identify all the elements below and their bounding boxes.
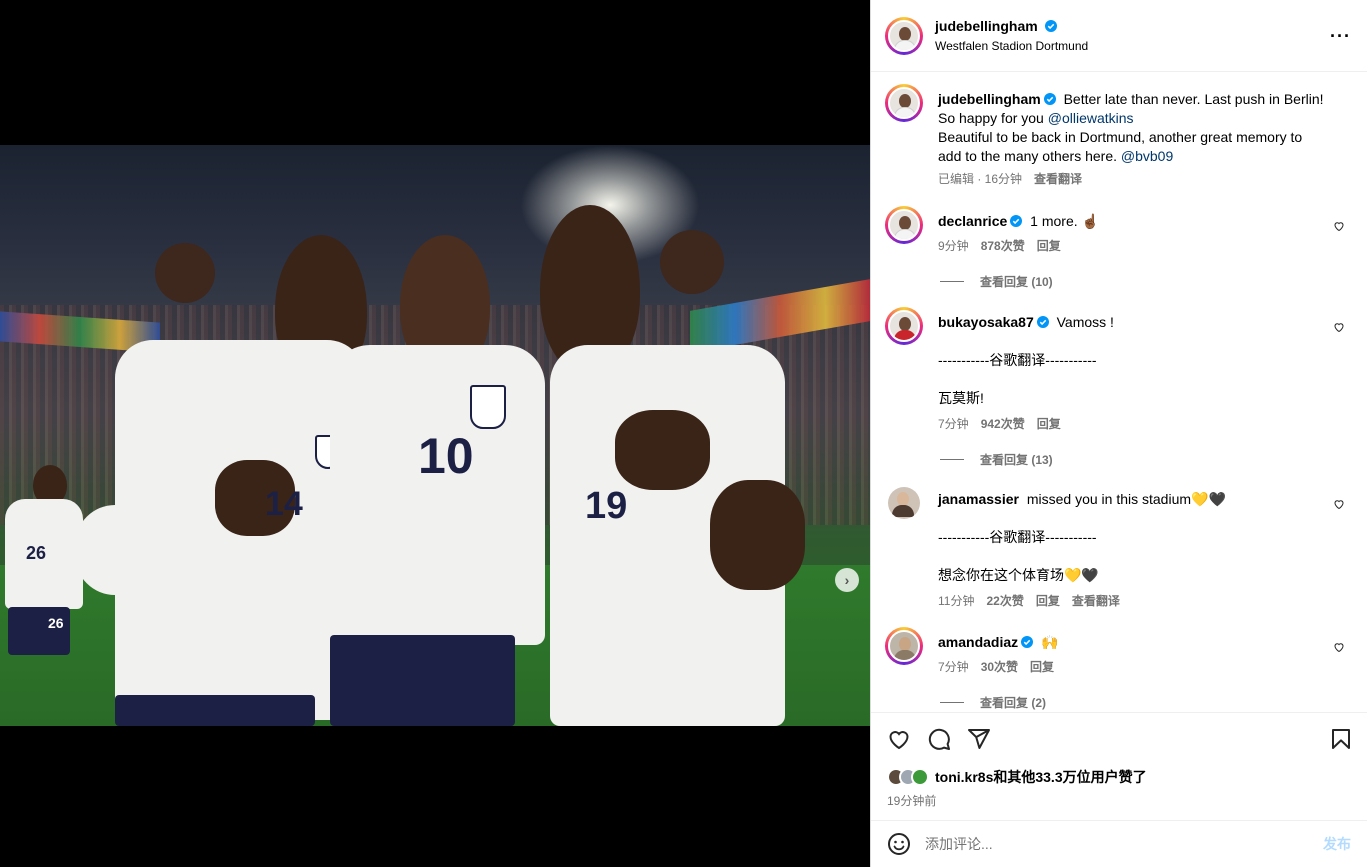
post-actions: toni.kr8s和其他33.3万位用户赞了 19分钟前 [871, 712, 1367, 832]
like-comment-icon[interactable] [1333, 220, 1345, 232]
comment-translation: 瓦莫斯! [938, 390, 984, 406]
liker-avatar [911, 768, 929, 786]
comment-username[interactable]: bukayosaka87 [938, 314, 1034, 330]
caption-line-1: Better late than never. Last push in Ber… [1063, 91, 1324, 107]
mention-olliewatkins[interactable]: @olliewatkins [1048, 110, 1134, 126]
reply-button[interactable]: 回复 [1037, 237, 1061, 254]
bookmark-icon[interactable] [1329, 727, 1353, 751]
player-right: 19 [540, 205, 820, 726]
comment-text: missed you in this stadium💛🖤 [1026, 491, 1226, 507]
comment-likes[interactable]: 942次赞 [981, 415, 1025, 432]
reply-button[interactable]: 回复 [1030, 658, 1054, 675]
comment-composer: 发布 [871, 820, 1367, 867]
comment-text: Vamoss ! [1056, 314, 1114, 330]
likes-summary[interactable]: toni.kr8s和其他33.3万位用户赞了 [887, 767, 1147, 787]
likes-summary-text: toni.kr8s和其他33.3万位用户赞了 [935, 769, 1147, 785]
verified-icon [1036, 316, 1049, 328]
author-avatar[interactable] [885, 16, 923, 55]
caption-username[interactable]: judebellingham [938, 91, 1041, 107]
comment-time[interactable]: 7分钟 [938, 415, 969, 432]
mention-bvb09[interactable]: @bvb09 [1121, 148, 1173, 164]
post-comment-button[interactable]: 发布 [1323, 834, 1351, 854]
comment-avatar[interactable] [885, 307, 923, 345]
comment-text: 🙌 [1041, 634, 1059, 650]
comment-time[interactable]: 7分钟 [938, 658, 969, 675]
comment-username[interactable]: amandadiaz [938, 634, 1018, 650]
post-panel: judebellingham Westfalen Stadion Dortmun… [870, 0, 1367, 867]
reply-button[interactable]: 回复 [1037, 415, 1061, 432]
verified-icon [1045, 20, 1058, 32]
emoji-icon[interactable] [887, 832, 911, 856]
post-location[interactable]: Westfalen Stadion Dortmund [935, 39, 1088, 53]
verified-icon [1021, 636, 1034, 648]
caption-meta: 已编辑 · 16分钟 查看翻译 [938, 170, 1082, 187]
post-time[interactable]: 19分钟前 [887, 792, 936, 809]
next-image-button[interactable]: › [835, 568, 859, 592]
post-modal: 26 26 14 10 19 › judebellingham Westfale… [0, 0, 1367, 867]
post-photo[interactable]: 26 26 14 10 19 › [0, 145, 870, 726]
comment-meta: 11分钟 22次赞 回复 查看翻译 [938, 592, 1120, 609]
comment-meta: 7分钟 942次赞 回复 [938, 415, 1061, 432]
view-replies-button[interactable]: 查看回复 (10) [940, 273, 1053, 290]
comment-avatar[interactable] [885, 484, 923, 522]
verified-icon [1043, 93, 1056, 105]
comment-avatar[interactable] [885, 206, 923, 244]
comment-input[interactable] [925, 836, 1323, 852]
comment-item: amandadiaz 🙌 7分钟 30次赞 回复 查看回复 (2) [885, 627, 1353, 712]
author-username[interactable]: judebellingham [935, 18, 1038, 34]
comment-item: declanrice 1 more. ☝🏾 9分钟 878次赞 回复 查看回复 … [885, 206, 1353, 296]
caption-edited-time: 已编辑 · 16分钟 [938, 172, 1023, 186]
caption: judebellingham Better late than never. L… [885, 84, 1353, 194]
translation-divider: -----------谷歌翻译----------- [938, 529, 1097, 545]
post-header: judebellingham Westfalen Stadion Dortmun… [871, 0, 1367, 72]
comment-username[interactable]: declanrice [938, 213, 1007, 229]
view-replies-button[interactable]: 查看回复 (2) [940, 694, 1046, 711]
translate-button[interactable]: 查看翻译 [1072, 592, 1120, 609]
share-icon[interactable] [967, 727, 991, 751]
comment-username[interactable]: janamassier [938, 491, 1019, 507]
comment-time[interactable]: 11分钟 [938, 592, 974, 609]
reply-button[interactable]: 回复 [1036, 592, 1060, 609]
comment-likes[interactable]: 22次赞 [986, 592, 1023, 609]
comment-meta: 7分钟 30次赞 回复 [938, 658, 1054, 675]
like-comment-icon[interactable] [1333, 641, 1345, 653]
comment-avatar[interactable] [885, 627, 923, 665]
like-comment-icon[interactable] [1333, 498, 1345, 510]
comment-likes[interactable]: 30次赞 [981, 658, 1018, 675]
comment-likes[interactable]: 878次赞 [981, 237, 1025, 254]
comment-translation: 想念你在这个体育场💛🖤 [938, 567, 1099, 583]
caption-line-2: So happy for you [938, 110, 1048, 126]
caption-text: judebellingham Better late than never. L… [938, 90, 1329, 166]
verified-icon [1010, 215, 1023, 227]
comment-item: bukayosaka87 Vamoss ! -----------谷歌翻译---… [885, 307, 1353, 477]
comment-time[interactable]: 9分钟 [938, 237, 969, 254]
more-options-button[interactable]: ··· [1330, 26, 1351, 47]
caption-translate-button[interactable]: 查看翻译 [1034, 170, 1082, 187]
comment-meta: 9分钟 878次赞 回复 [938, 237, 1061, 254]
caption-avatar[interactable] [885, 84, 923, 122]
comment-icon[interactable] [927, 727, 951, 751]
like-comment-icon[interactable] [1333, 321, 1345, 333]
translation-divider: -----------谷歌翻译----------- [938, 352, 1097, 368]
media-pane: 26 26 14 10 19 › [0, 0, 870, 867]
view-replies-button[interactable]: 查看回复 (13) [940, 451, 1053, 468]
comment-text: 1 more. ☝🏾 [1030, 213, 1099, 229]
heart-icon[interactable] [887, 727, 911, 751]
comments-list: judebellingham Better late than never. L… [871, 72, 1367, 712]
player-middle: 10 [330, 235, 550, 726]
comment-item: janamassier missed you in this stadium💛🖤… [885, 484, 1353, 614]
